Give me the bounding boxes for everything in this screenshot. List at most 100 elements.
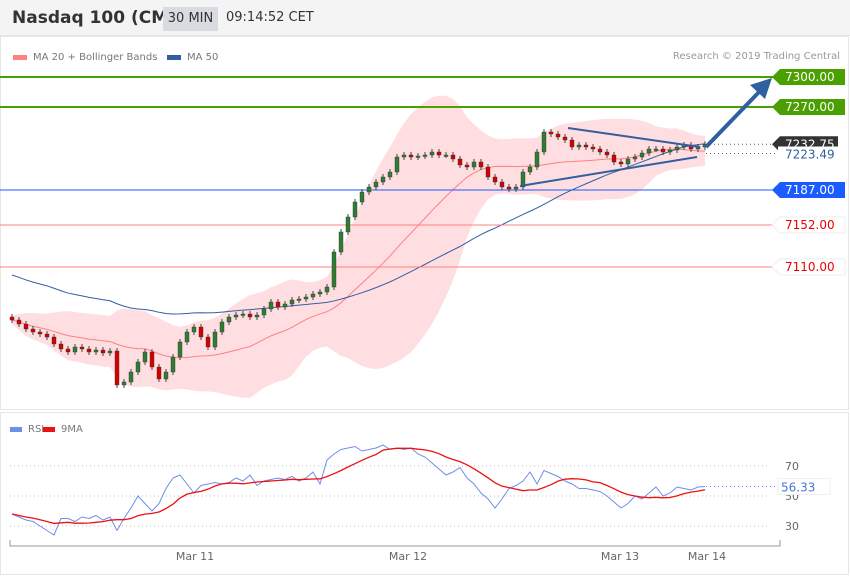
candle bbox=[9, 316, 15, 321]
candle bbox=[450, 154, 456, 160]
candle bbox=[366, 186, 372, 193]
candle bbox=[240, 313, 246, 316]
candle bbox=[674, 146, 680, 151]
candle bbox=[471, 161, 477, 168]
candle bbox=[345, 216, 351, 233]
rsi-tick-label: 70 bbox=[785, 460, 799, 473]
candle bbox=[268, 301, 274, 310]
candle bbox=[604, 151, 610, 156]
candle bbox=[492, 176, 498, 183]
candle bbox=[555, 133, 561, 138]
candle bbox=[296, 298, 302, 301]
candle bbox=[562, 136, 568, 141]
ma-value-label: 7223.49 bbox=[785, 148, 835, 162]
candle bbox=[23, 323, 29, 330]
rsi-9ma-line bbox=[11, 447, 706, 525]
x-tick-label: Mar 12 bbox=[389, 550, 427, 563]
candle bbox=[324, 286, 330, 293]
candle bbox=[51, 336, 57, 345]
x-tick-label: Mar 13 bbox=[601, 550, 639, 563]
candle bbox=[632, 156, 638, 160]
candle bbox=[303, 296, 309, 300]
candle bbox=[401, 154, 407, 158]
candle bbox=[86, 348, 92, 353]
candle bbox=[310, 293, 316, 298]
candle bbox=[212, 331, 218, 348]
candle bbox=[478, 161, 484, 168]
candle bbox=[142, 351, 148, 363]
candle bbox=[163, 371, 169, 380]
candle bbox=[254, 314, 260, 318]
candle bbox=[331, 251, 337, 288]
candle bbox=[128, 371, 134, 383]
candle bbox=[205, 336, 211, 348]
candle bbox=[16, 319, 22, 325]
level-label: 7152.00 bbox=[785, 218, 835, 232]
candle bbox=[107, 350, 113, 354]
candle bbox=[352, 201, 358, 218]
candle bbox=[44, 333, 50, 338]
candle bbox=[114, 350, 120, 386]
candle bbox=[499, 181, 505, 188]
candle bbox=[534, 151, 540, 168]
candle bbox=[639, 152, 645, 158]
level-label: 7300.00 bbox=[785, 70, 835, 84]
candle bbox=[100, 349, 106, 354]
x-axis bbox=[9, 540, 781, 547]
candle bbox=[219, 321, 225, 333]
candle bbox=[317, 291, 323, 295]
candle bbox=[233, 314, 239, 318]
level-label: 7187.00 bbox=[785, 183, 835, 197]
candle bbox=[527, 166, 533, 173]
candle bbox=[541, 131, 547, 153]
candle bbox=[548, 131, 554, 135]
candle bbox=[72, 346, 78, 353]
rsi-tick-label: 30 bbox=[785, 520, 799, 533]
candle bbox=[65, 348, 71, 353]
candle bbox=[618, 161, 624, 165]
candle bbox=[79, 346, 85, 350]
candle bbox=[660, 148, 666, 153]
candle bbox=[408, 154, 414, 158]
candle bbox=[422, 154, 428, 157]
price-chart: 7300.007270.007187.007152.007110.007232.… bbox=[0, 36, 849, 575]
candle bbox=[646, 148, 652, 154]
candle bbox=[58, 343, 64, 350]
candle bbox=[625, 158, 631, 165]
candle bbox=[394, 156, 400, 173]
level-label: 7270.00 bbox=[785, 100, 835, 114]
candle bbox=[30, 328, 36, 333]
candle bbox=[569, 139, 575, 148]
candle bbox=[338, 231, 344, 253]
candle bbox=[611, 154, 617, 163]
candle bbox=[191, 326, 197, 333]
candle bbox=[667, 149, 673, 153]
candle bbox=[282, 303, 288, 308]
x-tick-label: Mar 11 bbox=[176, 550, 214, 563]
candle bbox=[576, 144, 582, 148]
rsi-last-label: 56.33 bbox=[781, 481, 815, 495]
candle bbox=[93, 349, 99, 353]
candle bbox=[198, 326, 204, 338]
candle bbox=[415, 155, 421, 158]
candle bbox=[485, 166, 491, 178]
candle bbox=[170, 356, 176, 373]
candle bbox=[590, 146, 596, 150]
candle bbox=[597, 148, 603, 153]
candle bbox=[184, 331, 190, 343]
candle bbox=[380, 176, 386, 183]
candle bbox=[226, 316, 232, 323]
candle bbox=[457, 158, 463, 166]
candle bbox=[464, 164, 470, 168]
target-arrow-line bbox=[704, 89, 762, 149]
candle bbox=[247, 313, 253, 318]
candle bbox=[373, 181, 379, 188]
candle bbox=[121, 381, 127, 386]
x-tick-label: Mar 14 bbox=[688, 550, 726, 563]
candle bbox=[37, 331, 43, 335]
candle bbox=[513, 186, 519, 190]
candle bbox=[443, 154, 449, 157]
candle bbox=[289, 299, 295, 305]
candle bbox=[149, 351, 155, 368]
candle bbox=[429, 151, 435, 156]
